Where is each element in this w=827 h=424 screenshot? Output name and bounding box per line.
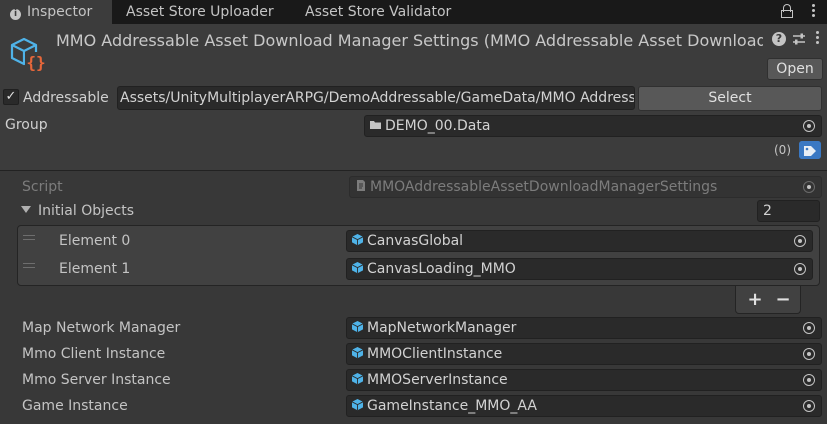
labels-count: (0) — [774, 143, 791, 157]
object-picker-icon[interactable] — [794, 263, 806, 275]
preset-icon[interactable] — [792, 32, 806, 46]
mmo-client-instance-value: MMOClientInstance — [367, 346, 503, 362]
mmo-server-instance-field[interactable]: MMOServerInstance — [346, 369, 822, 391]
select-button[interactable]: Select — [638, 86, 822, 111]
mmo-client-instance-label: Mmo Client Instance — [22, 346, 166, 362]
component-menu-icon[interactable] — [814, 31, 820, 47]
game-instance-field[interactable]: GameInstance_MMO_AA — [346, 395, 822, 417]
drag-handle-icon[interactable] — [23, 235, 35, 240]
mmo-client-instance-field[interactable]: MMOClientInstance — [346, 343, 822, 365]
inspector-title: MMO Addressable Asset Download Manager S… — [56, 31, 763, 50]
object-picker-icon[interactable] — [803, 120, 815, 132]
add-element-button[interactable]: + — [747, 290, 763, 310]
folder-icon — [370, 121, 381, 129]
label-tag-icon[interactable] — [799, 141, 821, 159]
addressable-checkbox[interactable]: ✓ — [3, 89, 19, 105]
addressable-label: Addressable — [23, 90, 109, 106]
tab-inspector-label: Inspector — [27, 4, 93, 20]
map-network-manager-label: Map Network Manager — [22, 320, 181, 336]
mmo-server-instance-value: MMOServerInstance — [367, 372, 508, 388]
mmo-server-instance-label: Mmo Server Instance — [22, 372, 171, 388]
element-label: Element 1 — [59, 261, 131, 277]
map-network-manager-field[interactable]: MapNetworkManager — [346, 317, 822, 339]
open-button[interactable]: Open — [767, 58, 823, 80]
info-icon: i — [10, 9, 21, 20]
remove-element-button[interactable]: − — [775, 290, 791, 310]
foldout-arrow-icon[interactable] — [21, 206, 31, 213]
initial-objects-label[interactable]: Initial Objects — [38, 201, 134, 221]
object-picker-icon[interactable] — [803, 374, 815, 386]
object-picker-icon[interactable] — [803, 348, 815, 360]
group-label: Group — [5, 117, 48, 133]
element-field[interactable]: CanvasGlobal — [346, 230, 813, 252]
lock-icon[interactable] — [781, 4, 793, 18]
tab-asset-store-uploader[interactable]: Asset Store Uploader — [126, 0, 274, 24]
prefab-icon — [351, 262, 364, 274]
element-value: CanvasGlobal — [367, 233, 464, 249]
prefab-icon — [351, 321, 364, 333]
address-field[interactable]: Assets/UnityMultiplayerARPG/DemoAddressa… — [117, 86, 635, 110]
tab-asset-store-validator[interactable]: Asset Store Validator — [305, 0, 451, 24]
script-label: Script — [22, 179, 63, 195]
script-value: MMOAddressableAssetDownloadManagerSettin… — [370, 179, 718, 195]
object-picker-icon[interactable] — [794, 235, 806, 247]
tab-menu-icon[interactable] — [810, 3, 816, 21]
prefab-icon — [351, 234, 364, 246]
script-icon — [357, 180, 365, 191]
game-instance-label: Game Instance — [22, 398, 128, 414]
tab-bar: i Inspector Asset Store Uploader Asset St… — [0, 0, 827, 24]
tab-inspector[interactable]: i Inspector — [0, 0, 112, 24]
object-picker-icon[interactable] — [803, 400, 815, 412]
element-label: Element 0 — [59, 233, 131, 249]
map-network-manager-value: MapNetworkManager — [367, 320, 517, 336]
svg-text:{}: {} — [26, 53, 45, 72]
drag-handle-icon[interactable] — [23, 263, 35, 268]
element-value: CanvasLoading_MMO — [367, 261, 516, 277]
list-footer — [735, 286, 801, 314]
prefab-icon — [351, 399, 364, 411]
help-icon[interactable]: ? — [772, 32, 786, 46]
group-value: DEMO_00.Data — [385, 118, 491, 134]
list-size-field[interactable]: 2 — [757, 200, 820, 222]
prefab-icon — [351, 373, 364, 385]
element-field[interactable]: CanvasLoading_MMO — [346, 258, 813, 280]
game-instance-value: GameInstance_MMO_AA — [367, 398, 537, 414]
script-picker-icon — [803, 181, 815, 193]
group-field[interactable]: DEMO_00.Data — [364, 115, 822, 137]
object-picker-icon[interactable] — [803, 322, 815, 334]
script-field: MMOAddressableAssetDownloadManagerSettin… — [349, 176, 822, 198]
scriptable-object-icon: {} — [10, 37, 47, 72]
prefab-icon — [351, 347, 364, 359]
header-divider — [0, 170, 827, 171]
